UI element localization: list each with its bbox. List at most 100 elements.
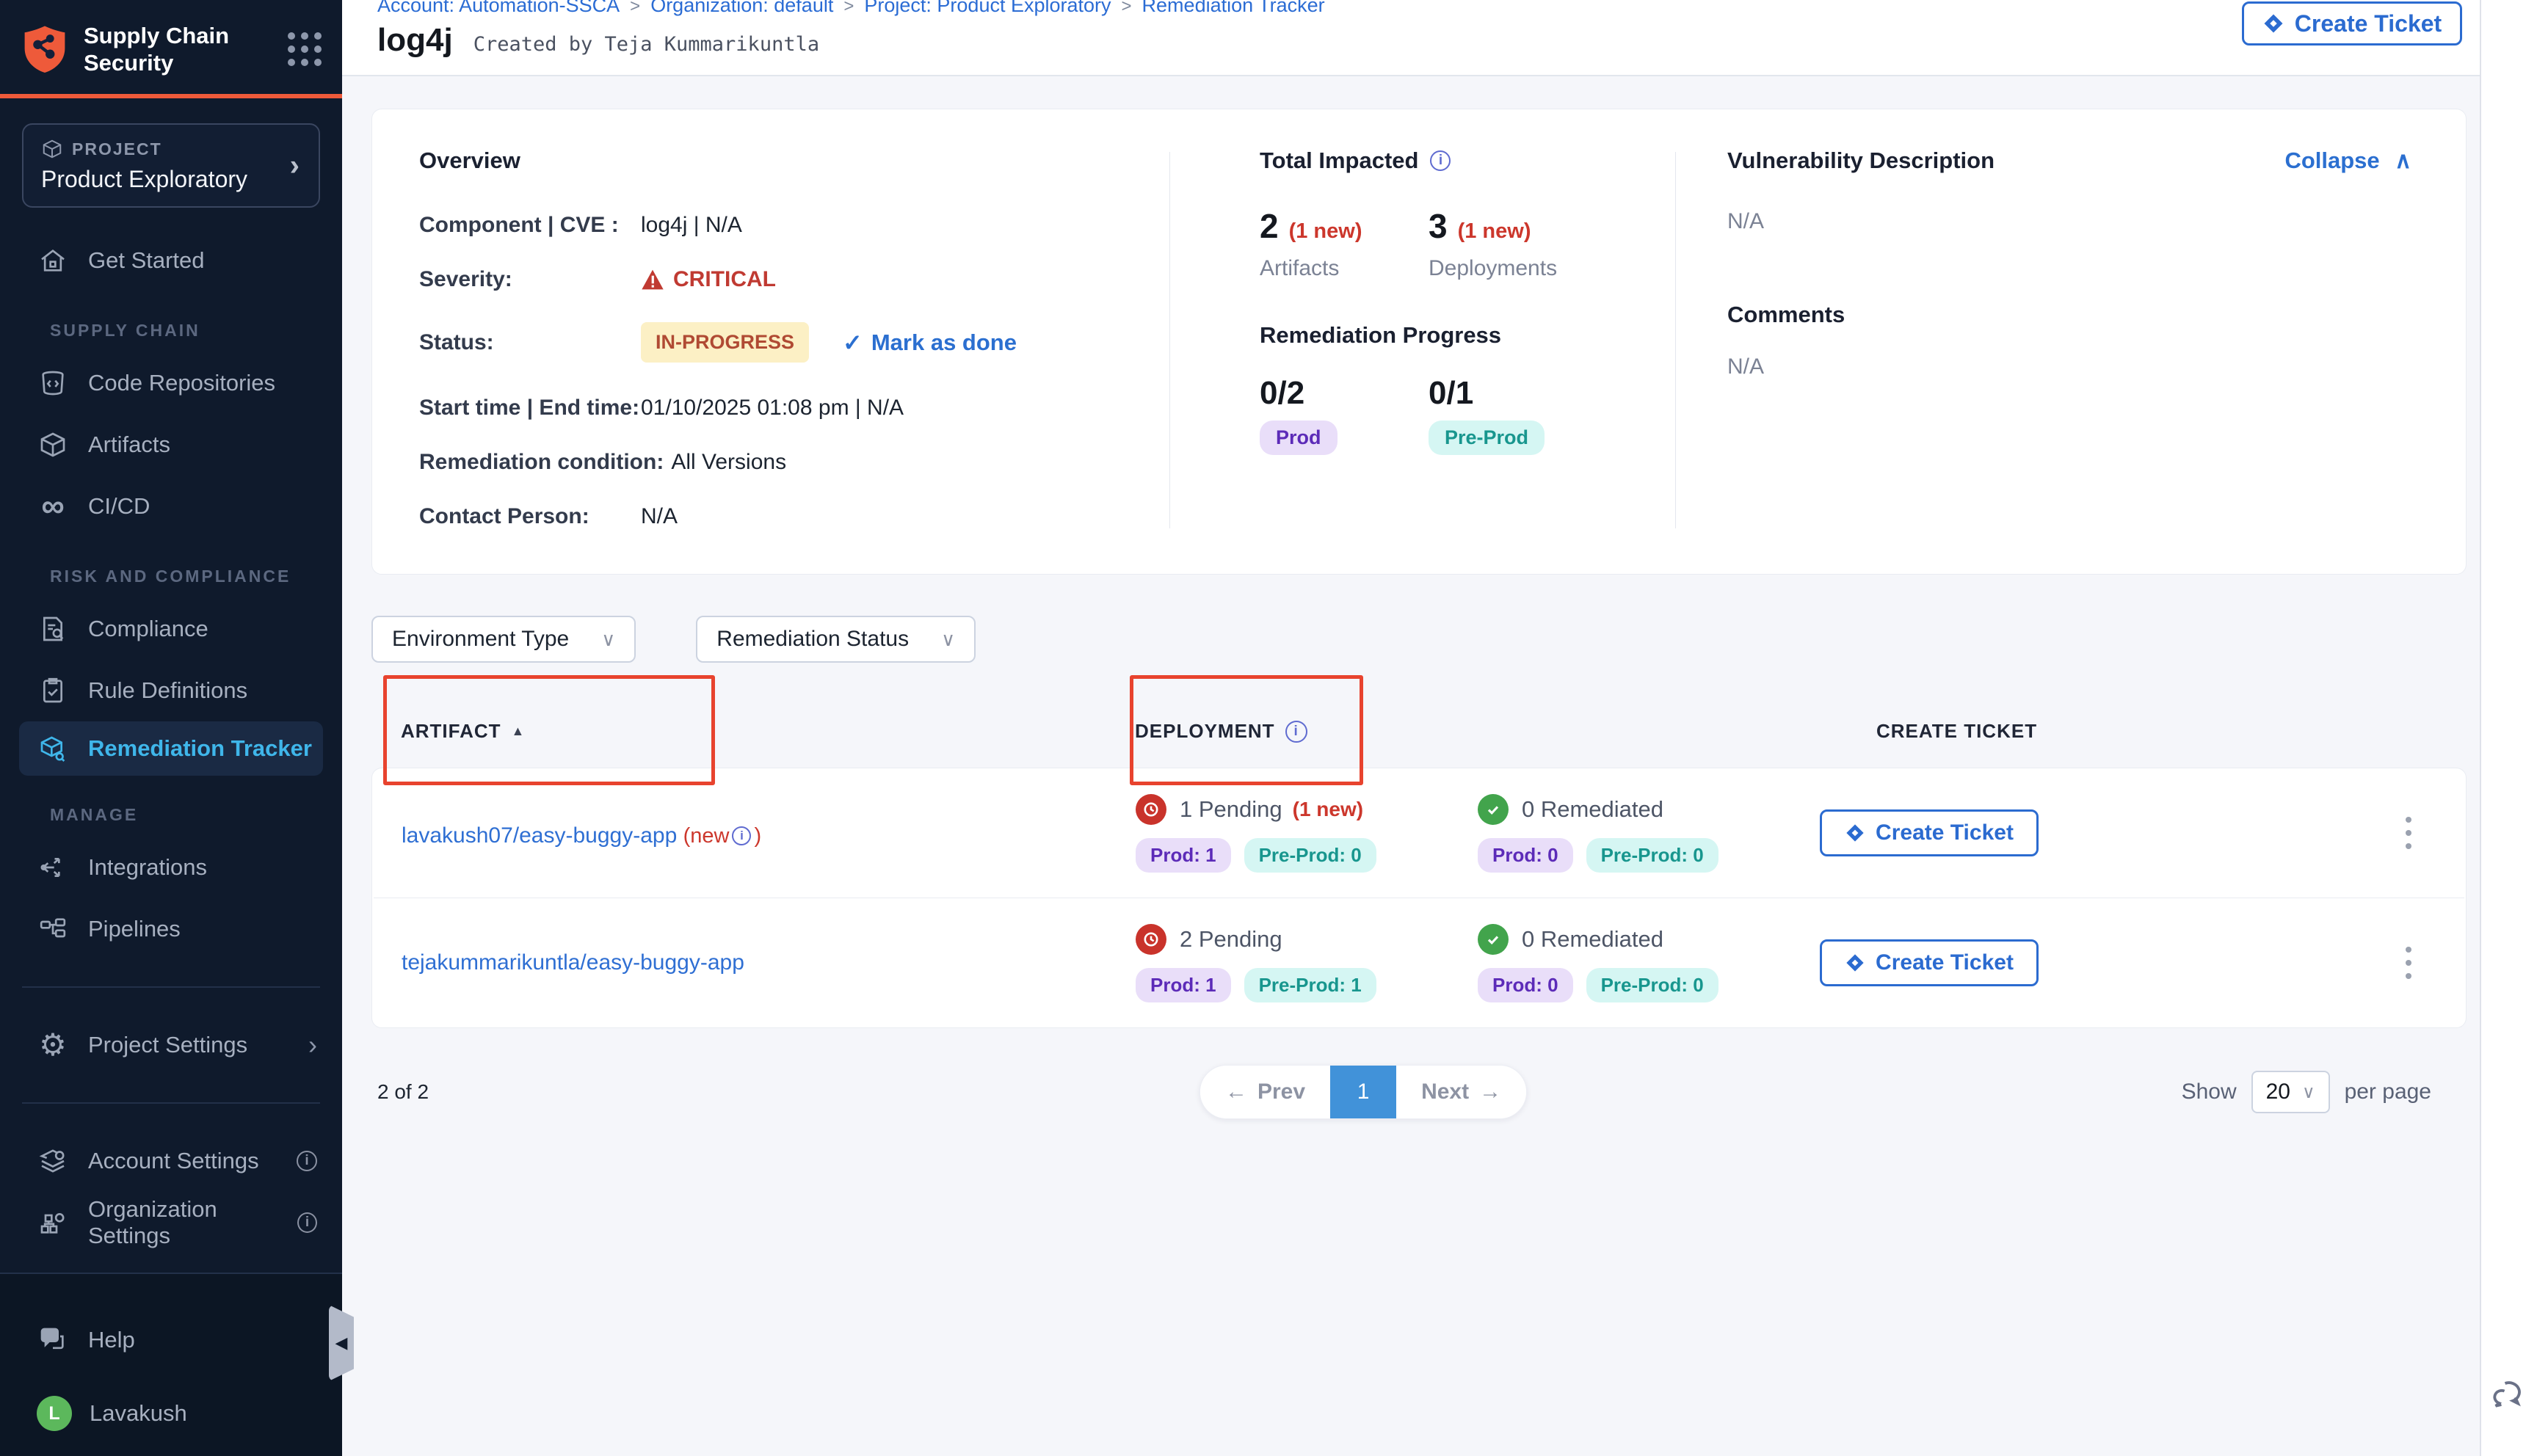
preprod-count-badge: Pre-Prod: 0 [1586,968,1718,1002]
compliance-document-icon [37,613,69,645]
artifact-link[interactable]: lavakush07/easy-buggy-app [402,823,677,848]
sidebar-item-code-repositories[interactable]: Code Repositories [0,352,342,414]
app-title: Supply Chain Security [84,22,245,76]
contact-value: N/A [641,504,678,529]
ticket-diamond-icon [2262,12,2284,34]
comments-value: N/A [1727,354,2411,379]
info-icon[interactable]: i [1430,150,1451,171]
pagination-summary: 2 of 2 [377,1080,429,1104]
sidebar-item-rule-definitions[interactable]: Rule Definitions [0,660,342,721]
next-page-button[interactable]: Next → [1396,1066,1526,1118]
condition-value: All Versions [671,450,786,475]
page-header: Account: Automation-SSCA > Organization: d… [342,0,2480,76]
row-menu-kebab-icon[interactable] [2398,936,2419,990]
pagination-row: 2 of 2 ← Prev 1 Next → Show 20 ∨ per pag… [371,1065,2467,1119]
info-icon[interactable]: i [297,1212,317,1233]
sidebar-item-help[interactable]: ? Help [0,1309,342,1371]
sidebar-item-compliance[interactable]: Compliance [0,598,342,660]
impacted-artifacts-count: 2 [1260,206,1279,246]
severity-label: Severity: [419,267,641,292]
remediation-status-filter[interactable]: Remediation Status ∨ [696,616,976,663]
sort-ascending-icon[interactable]: ▲ [512,724,526,739]
check-icon: ✓ [843,329,863,357]
create-ticket-button-row[interactable]: Create Ticket [1820,939,2039,986]
page-size-select[interactable]: 20 ∨ [2251,1071,2330,1113]
main-content: Account: Automation-SSCA > Organization: d… [342,0,2480,1456]
create-ticket-button-row[interactable]: Create Ticket [1820,809,2039,856]
sidebar-item-integrations[interactable]: Integrations [0,837,342,898]
remediated-count: 0 Remediated [1522,926,1663,953]
breadcrumb-separator: > [1122,0,1132,16]
show-label: Show [2182,1080,2237,1104]
column-header-deployment: DEPLOYMENT i [1135,720,1477,743]
preprod-count-badge: Pre-Prod: 0 [1244,838,1376,873]
preprod-badge: Pre-Prod [1429,421,1545,455]
pipelines-icon [37,913,69,945]
info-icon[interactable]: i [732,826,751,845]
current-page-button[interactable]: 1 [1330,1066,1396,1118]
vulnerability-description-heading: Vulnerability Description [1727,148,1995,174]
mark-as-done-button[interactable]: ✓ Mark as done [843,329,1017,357]
breadcrumb-project[interactable]: Project: Product Exploratory [864,0,1111,16]
row-menu-kebab-icon[interactable] [2398,806,2419,860]
arrow-right-icon: → [1479,1080,1501,1104]
project-cube-icon [41,138,63,160]
warning-triangle-icon [641,269,664,291]
sidebar-item-organization-settings[interactable]: Organization Settings i [0,1192,342,1253]
sidebar-collapse-handle[interactable]: ◀ [329,1305,354,1381]
prev-page-button[interactable]: ← Prev [1200,1066,1330,1118]
breadcrumb-organization[interactable]: Organization: default [650,0,833,16]
contact-label: Contact Person: [419,504,641,529]
vulnerability-description-value: N/A [1727,209,2411,234]
help-chat-icon: ? [37,1324,69,1356]
sidebar-item-cicd[interactable]: ∞ CI/CD [0,476,342,537]
condition-label: Remediation condition: [419,450,664,475]
project-label: PROJECT [72,139,162,159]
prod-count-badge: Prod: 1 [1136,968,1231,1002]
page-title: log4j [377,22,453,59]
section-risk-compliance: RISK AND COMPLIANCE [0,567,342,586]
create-ticket-button-header[interactable]: Create Ticket [2242,1,2462,46]
per-page-label: per page [2345,1080,2431,1104]
layers-gear-icon [37,1145,69,1177]
sidebar-item-project-settings[interactable]: ⚙ Project Settings › [0,1014,342,1076]
page-subtitle: Created by Teja Kummarikuntla [473,33,819,56]
pending-count: 1 Pending [1180,796,1282,823]
impacted-deployments-count: 3 [1429,206,1448,246]
org-chart-gear-icon [37,1206,69,1239]
breadcrumb-separator: > [630,0,640,16]
breadcrumb-current[interactable]: Remediation Tracker [1142,0,1325,16]
info-icon[interactable]: i [1285,721,1307,743]
sidebar-item-artifacts[interactable]: Artifacts [0,414,342,476]
sidebar-item-get-started[interactable]: Get Started [0,230,342,291]
breadcrumb-account[interactable]: Account: Automation-SSCA [377,0,620,16]
status-badge: IN-PROGRESS [641,322,809,363]
user-menu[interactable]: L Lavakush [0,1383,342,1444]
column-header-artifact[interactable]: ARTIFACT ▲ [401,720,1135,743]
prod-count-badge: Prod: 0 [1478,838,1573,873]
sidebar-item-remediation-tracker[interactable]: Remediation Tracker [19,721,323,776]
user-name: Lavakush [90,1400,187,1427]
filters-row: Environment Type ∨ Remediation Status ∨ [371,616,2467,663]
apps-grid-icon[interactable] [288,32,322,66]
info-icon[interactable]: i [297,1151,317,1171]
deployment-remediated-cell: 0 Remediated Prod: 0 Pre-Prod: 0 [1478,794,1820,873]
sidebar-divider [22,1102,320,1104]
sidebar-item-account-settings[interactable]: Account Settings i [0,1130,342,1192]
breadcrumb: Account: Automation-SSCA > Organization: d… [377,0,1325,17]
artifact-link[interactable]: tejakummarikuntla/easy-buggy-app [402,950,744,975]
integrations-icon [37,851,69,884]
collapse-button[interactable]: Collapse ∧ [2284,148,2411,174]
artifacts-table: lavakush07/easy-buggy-app (new i ) 1 Pen… [371,768,2467,1028]
support-chat-icon[interactable] [2487,1373,2528,1418]
breadcrumb-separator: > [843,0,854,16]
artifacts-cube-icon [37,429,69,461]
ticket-diamond-icon [1845,823,1865,843]
environment-type-filter[interactable]: Environment Type ∨ [371,616,636,663]
sidebar-divider [22,986,320,988]
sidebar-item-pipelines[interactable]: Pipelines [0,898,342,960]
prod-progress: 0/2 [1260,375,1429,412]
project-selector[interactable]: PROJECT Product Exploratory › [22,123,320,208]
chevron-right-icon: › [308,1030,317,1060]
remediated-count: 0 Remediated [1522,796,1663,823]
